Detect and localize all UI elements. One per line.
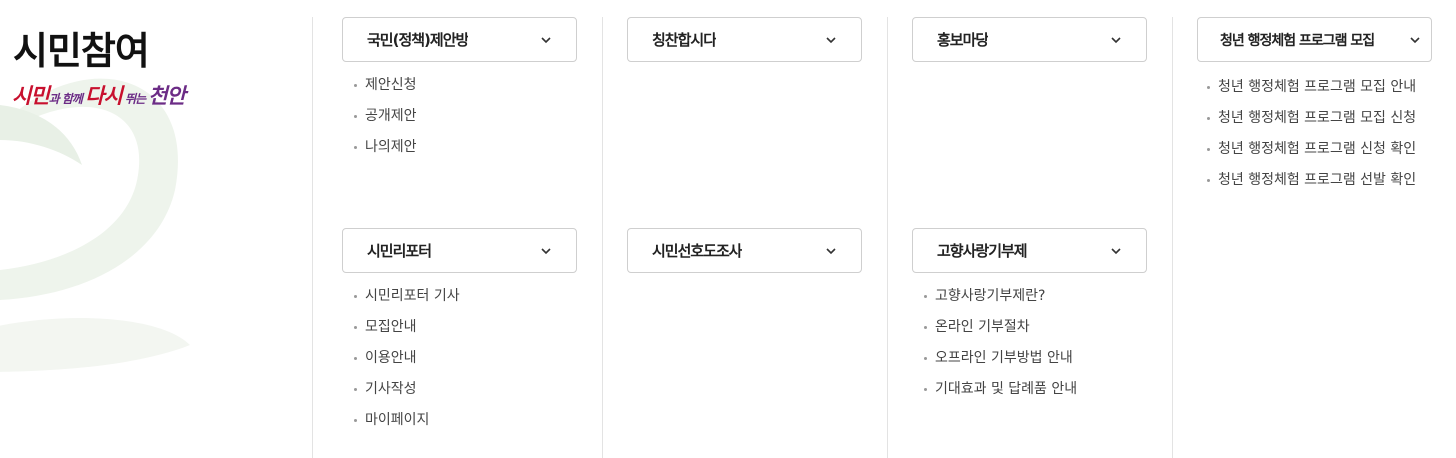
chevron-down-icon xyxy=(826,36,836,43)
page-title: 시민참여 xyxy=(13,29,150,73)
submenu-link[interactable]: 고향사랑기부제란? xyxy=(924,289,1147,320)
submenu-link[interactable]: 나의제안 xyxy=(354,140,577,171)
submenu-link[interactable]: 청년 행정체험 프로그램 모집 신청 xyxy=(1207,111,1432,142)
submenu-list: 제안신청 공개제안 나의제안 xyxy=(342,78,577,171)
slogan-part: 뛰는 xyxy=(121,92,149,106)
menu-group-promotion: 홍보마당 xyxy=(912,17,1147,62)
menu-button-label: 청년 행정체험 프로그램 모집 xyxy=(1220,32,1375,49)
submenu-link[interactable]: 마이페이지 xyxy=(354,413,577,444)
submenu-list: 시민리포터 기사 모집안내 이용안내 기사작성 마이페이지 xyxy=(342,289,577,444)
submenu-panel: 시민참여 시민과 함께 다시 뛰는 천안 국민(정책)제안방 제안신청 공개제안… xyxy=(0,0,1456,458)
submenu-list: 청년 행정체험 프로그램 모집 안내 청년 행정체험 프로그램 모집 신청 청년… xyxy=(1197,80,1432,204)
submenu-link[interactable]: 제안신청 xyxy=(354,78,577,109)
menu-button-label: 시민선호도조사 xyxy=(652,242,742,260)
chevron-down-icon xyxy=(826,247,836,254)
submenu-link[interactable]: 기대효과 및 답례품 안내 xyxy=(924,382,1147,413)
submenu-link[interactable]: 공개제안 xyxy=(354,109,577,140)
menu-button-youth-program[interactable]: 청년 행정체험 프로그램 모집 xyxy=(1197,17,1432,62)
submenu-link[interactable]: 청년 행정체험 프로그램 신청 확인 xyxy=(1207,142,1432,173)
hero-section: 시민참여 시민과 함께 다시 뛰는 천안 xyxy=(0,0,312,458)
menu-button-label: 홍보마당 xyxy=(937,31,989,49)
slogan-part: 과 함께 xyxy=(48,92,86,106)
chevron-down-icon xyxy=(1111,247,1121,254)
menu-button-label: 시민리포터 xyxy=(367,242,432,260)
menu-button-citizen-reporter[interactable]: 시민리포터 xyxy=(342,228,577,273)
submenu-list: 고향사랑기부제란? 온라인 기부절차 오프라인 기부방법 안내 기대효과 및 답… xyxy=(912,289,1147,413)
menu-group-hometown-donation: 고향사랑기부제 고향사랑기부제란? 온라인 기부절차 오프라인 기부방법 안내 … xyxy=(912,228,1147,413)
submenu-link[interactable]: 청년 행정체험 프로그램 선발 확인 xyxy=(1207,173,1432,204)
menu-group-policy-proposal: 국민(정책)제안방 제안신청 공개제안 나의제안 xyxy=(342,17,577,171)
slogan-part: 다시 xyxy=(85,83,123,108)
chevron-down-icon xyxy=(541,247,551,254)
menu-button-promotion[interactable]: 홍보마당 xyxy=(912,17,1147,62)
menu-button-citizen-survey[interactable]: 시민선호도조사 xyxy=(627,228,862,273)
menu-button-policy-proposal[interactable]: 국민(정책)제안방 xyxy=(342,17,577,62)
menu-group-praise: 칭찬합시다 xyxy=(627,17,862,62)
menu-group-citizen-survey: 시민선호도조사 xyxy=(627,228,862,273)
column-divider xyxy=(887,17,888,458)
chevron-down-icon xyxy=(1111,36,1121,43)
submenu-link[interactable]: 기사작성 xyxy=(354,382,577,413)
submenu-link[interactable]: 오프라인 기부방법 안내 xyxy=(924,351,1147,382)
submenu-link[interactable]: 이용안내 xyxy=(354,351,577,382)
submenu-link[interactable]: 청년 행정체험 프로그램 모집 안내 xyxy=(1207,80,1432,111)
column-divider xyxy=(312,17,313,458)
submenu-link[interactable]: 온라인 기부절차 xyxy=(924,320,1147,351)
menu-button-label: 고향사랑기부제 xyxy=(937,242,1027,260)
menu-button-praise[interactable]: 칭찬합시다 xyxy=(627,17,862,62)
menu-group-youth-program: 청년 행정체험 프로그램 모집 청년 행정체험 프로그램 모집 안내 청년 행정… xyxy=(1197,17,1432,204)
slogan-part: 천안 xyxy=(148,83,186,108)
menu-button-label: 칭찬합시다 xyxy=(652,31,717,49)
menu-button-hometown-donation[interactable]: 고향사랑기부제 xyxy=(912,228,1147,273)
column-divider xyxy=(1172,17,1173,458)
menu-group-citizen-reporter: 시민리포터 시민리포터 기사 모집안내 이용안내 기사작성 마이페이지 xyxy=(342,228,577,444)
chevron-down-icon xyxy=(541,36,551,43)
slogan-part: 시민 xyxy=(12,83,50,108)
menu-button-label: 국민(정책)제안방 xyxy=(367,31,469,49)
city-slogan: 시민과 함께 다시 뛰는 천안 xyxy=(12,80,186,110)
chevron-down-icon xyxy=(1410,36,1420,43)
submenu-link[interactable]: 시민리포터 기사 xyxy=(354,289,577,320)
column-divider xyxy=(602,17,603,458)
submenu-link[interactable]: 모집안내 xyxy=(354,320,577,351)
